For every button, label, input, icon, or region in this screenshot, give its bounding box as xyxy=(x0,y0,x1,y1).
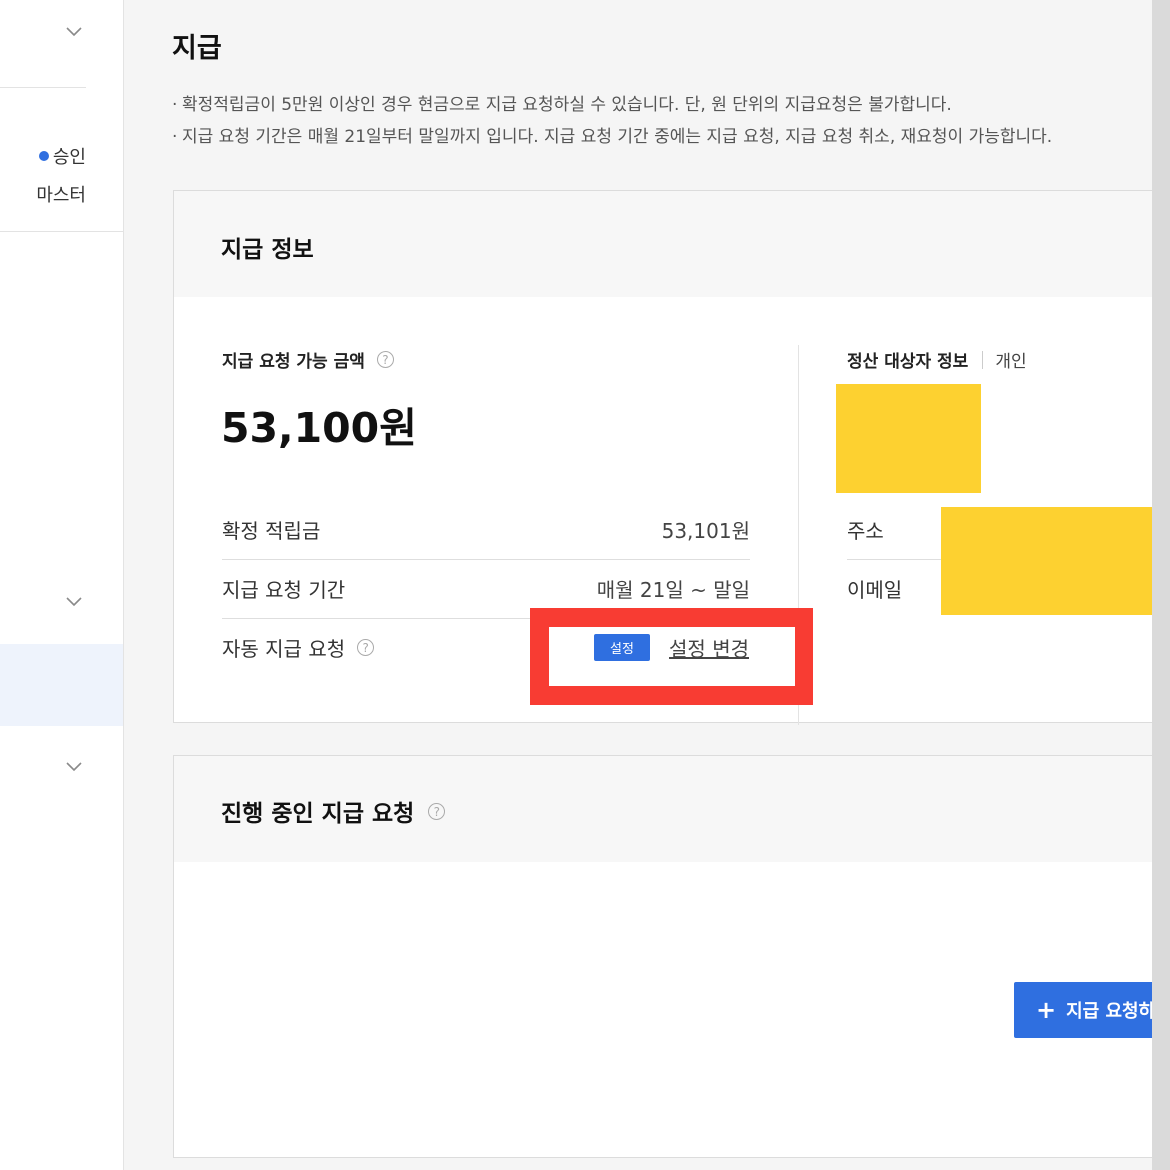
redacted-name xyxy=(836,384,981,493)
chevron-down-icon[interactable] xyxy=(66,762,82,774)
chevron-down-icon[interactable] xyxy=(66,27,82,39)
status-badge: 설정 xyxy=(594,634,650,661)
available-amount-label: 지급 요청 가능 금액 ? xyxy=(222,347,394,372)
page-title: 지급 xyxy=(172,33,222,64)
payee-title-text: 정산 대상자 정보 xyxy=(847,352,969,372)
row-value: 매월 21일 ~ 말일 xyxy=(596,578,750,602)
notice-line: · 확정적립금이 5만원 이상인 경우 현금으로 지급 요청하실 수 있습니다. … xyxy=(172,95,952,115)
plus-icon: + xyxy=(1036,996,1057,1024)
help-icon[interactable]: ? xyxy=(376,351,394,368)
sidebar-item-active[interactable] xyxy=(0,644,123,726)
approval-status: 승인 xyxy=(38,143,86,169)
divider xyxy=(0,87,86,88)
status-dot-icon xyxy=(38,151,49,161)
help-icon[interactable]: ? xyxy=(428,802,446,820)
row-label: 자동 지급 요청 ? xyxy=(222,633,375,662)
card-header: 지급 정보 xyxy=(174,191,1170,297)
auto-request-setting: 설정 설정 변경 xyxy=(594,633,749,662)
card-title: 진행 중인 지급 요청 ? xyxy=(221,794,446,828)
help-icon[interactable]: ? xyxy=(357,639,375,656)
row-value: 53,101원 xyxy=(661,519,750,543)
divider xyxy=(982,350,984,369)
sidebar: 승인 마스터 xyxy=(0,0,124,1170)
redacted-contact xyxy=(941,507,1170,615)
info-row: 확정 적립금 53,101원 xyxy=(222,501,750,560)
chevron-down-icon[interactable] xyxy=(66,597,82,609)
card-header: 진행 중인 지급 요청 ? xyxy=(174,756,1170,862)
row-label: 확정 적립금 xyxy=(222,519,321,543)
change-setting-link[interactable]: 설정 변경 xyxy=(669,637,749,661)
row-label: 지급 요청 기간 xyxy=(222,578,346,602)
payee-info-title: 정산 대상자 정보 개인 xyxy=(847,347,1027,372)
row-label: 주소 xyxy=(847,519,884,543)
card-title: 지급 정보 xyxy=(221,237,314,263)
row-label: 이메일 xyxy=(847,578,903,602)
request-payment-button[interactable]: + 지급 요청하기 xyxy=(1014,982,1170,1038)
scrollbar[interactable] xyxy=(1152,0,1170,1170)
pending-title-text: 진행 중인 지급 요청 xyxy=(221,801,415,827)
status-label: 승인 xyxy=(52,147,86,168)
grade-label: 마스터 xyxy=(36,185,86,206)
auto-request-label: 자동 지급 요청 xyxy=(222,637,346,661)
payee-type: 개인 xyxy=(995,352,1027,372)
notice-text: 지급 요청 기간은 매월 21일부터 말일까지 입니다. 지급 요청 기간 중에… xyxy=(182,127,1053,147)
available-amount-label-text: 지급 요청 가능 금액 xyxy=(222,352,365,372)
available-amount: 53,100원 xyxy=(221,404,417,452)
divider xyxy=(0,231,123,232)
notice-line: · 지급 요청 기간은 매월 21일부터 말일까지 입니다. 지급 요청 기간 중… xyxy=(172,127,1053,147)
notice-text: 확정적립금이 5만원 이상인 경우 현금으로 지급 요청하실 수 있습니다. 단… xyxy=(182,95,952,115)
pending-requests-card: 진행 중인 지급 요청 ? xyxy=(173,755,1170,1158)
